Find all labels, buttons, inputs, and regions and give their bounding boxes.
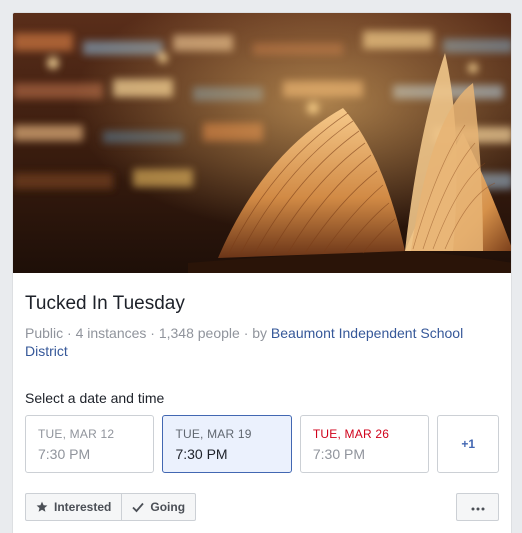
event-actions: Interested Going: [25, 493, 499, 521]
select-date-label: Select a date and time: [25, 390, 165, 406]
date-day: TUE, MAR 19: [175, 427, 252, 441]
interested-label: Interested: [54, 500, 112, 514]
date-time: 7:30 PM: [38, 446, 91, 462]
date-option-mar-26[interactable]: TUE, MAR 26 7:30 PM: [299, 415, 430, 473]
interested-button[interactable]: Interested: [25, 493, 123, 521]
going-button[interactable]: Going: [122, 493, 197, 521]
date-day: TUE, MAR 26: [312, 427, 390, 441]
date-options: TUE, MAR 12 7:30 PM TUE, MAR 19 7:30 PM …: [25, 415, 500, 473]
more-options-button[interactable]: [456, 493, 499, 521]
date-day: TUE, MAR 12: [38, 427, 115, 441]
going-label: Going: [150, 500, 186, 514]
event-cover-photo[interactable]: [13, 13, 511, 273]
rsvp-button-group: Interested Going: [25, 493, 197, 521]
date-option-mar-19[interactable]: TUE, MAR 19 7:30 PM: [162, 415, 292, 473]
more-dots-icon: [471, 498, 485, 516]
open-book-image: [13, 13, 511, 273]
checkmark-icon: [132, 501, 145, 513]
event-meta: Public · 4 instances · 1,348 people · by…: [25, 324, 495, 360]
date-option-mar-12[interactable]: TUE, MAR 12 7:30 PM: [25, 415, 155, 473]
event-meta-text: Public · 4 instances · 1,348 people · by: [25, 325, 271, 341]
date-time: 7:30 PM: [312, 446, 366, 462]
event-card: Tucked In Tuesday Public · 4 instances ·…: [12, 12, 512, 533]
event-title[interactable]: Tucked In Tuesday: [25, 293, 499, 315]
date-time: 7:30 PM: [175, 446, 228, 462]
more-dates-button[interactable]: +1: [437, 415, 500, 473]
star-icon: [36, 501, 48, 513]
